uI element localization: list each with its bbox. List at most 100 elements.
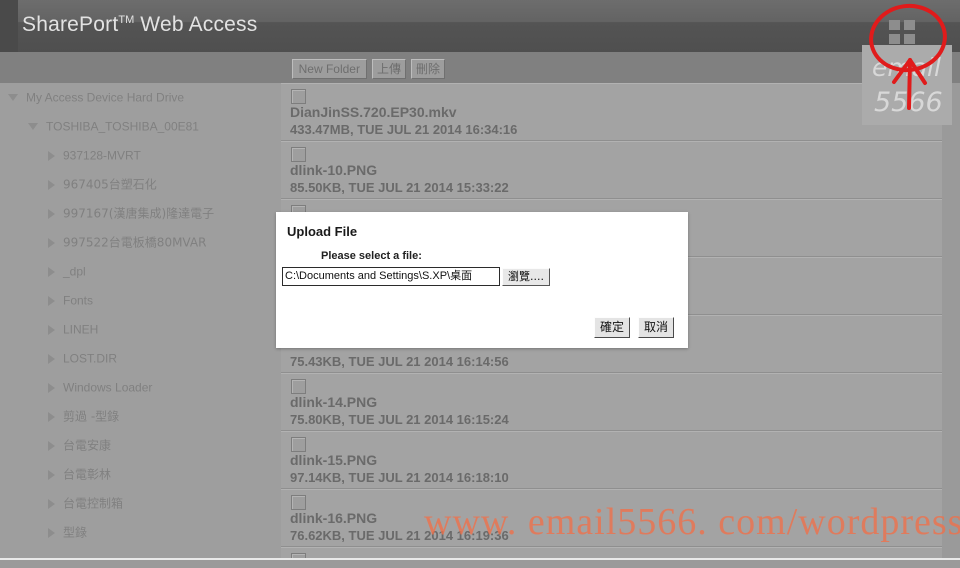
- sidebar-item-9[interactable]: LOST.DIR: [0, 344, 281, 373]
- upload-file-dialog: Upload File Please select a file: C:\Doc…: [276, 212, 688, 348]
- sidebar-item-label: 台電控制箱: [63, 496, 124, 511]
- chevron-right-icon[interactable]: [48, 179, 55, 190]
- sidebar-item-label: 型錄: [63, 525, 88, 540]
- sidebar-item-6[interactable]: _dpl: [0, 257, 281, 286]
- sidebar-item-2[interactable]: 937128-MVRT: [0, 141, 281, 170]
- file-path-input[interactable]: C:\Documents and Settings\S.XP\桌面: [282, 267, 500, 286]
- brand-label-number: 5566: [874, 87, 943, 118]
- file-name-label: dlink-15.PNG: [290, 452, 378, 468]
- dialog-title: Upload File: [287, 224, 358, 239]
- page-title: SharePortTM Web Access: [22, 13, 257, 37]
- file-select-checkbox[interactable]: [291, 379, 306, 394]
- table-row[interactable]: dlink-10.PNG 85.50KB, TUE JUL 21 2014 15:…: [281, 141, 942, 199]
- grid-2x2-icon[interactable]: [889, 20, 917, 46]
- dialog-ok-button[interactable]: 確定: [593, 317, 630, 338]
- chevron-right-icon[interactable]: [48, 411, 55, 422]
- sidebar-item-label: Windows Loader: [63, 380, 153, 395]
- sidebar-item-label: LINEH: [63, 322, 99, 337]
- sidebar-item-11[interactable]: 剪過 -型錄: [0, 402, 281, 431]
- sidebar-item-label: 台電安康: [63, 438, 112, 453]
- chevron-down-icon[interactable]: [8, 94, 18, 102]
- sidebar-item-10[interactable]: Windows Loader: [0, 373, 281, 402]
- grid-cell-4: [904, 34, 915, 44]
- table-row[interactable]: dlink-17.PNG: [281, 547, 942, 558]
- file-select-checkbox[interactable]: [291, 89, 306, 104]
- sidebar-item-15[interactable]: 型錄: [0, 518, 281, 547]
- chevron-right-icon[interactable]: [48, 208, 55, 219]
- file-meta-label: 76.62KB, TUE JUL 21 2014 16:19:36: [290, 528, 509, 543]
- dialog-file-picker-row: C:\Documents and Settings\S.XP\桌面 瀏覽....: [282, 267, 550, 286]
- sidebar-item-label: 937128-MVRT: [63, 148, 141, 163]
- dialog-cancel-button[interactable]: 取消: [637, 317, 674, 338]
- sidebar-item-4[interactable]: 997167(漢唐集成)隆達電子: [0, 199, 281, 228]
- sidebar-item-label: 997167(漢唐集成)隆達電子: [63, 206, 215, 221]
- grid-cell-1: [889, 20, 900, 30]
- file-name-label: dlink-16.PNG: [290, 510, 378, 526]
- file-name-label: DianJinSS.720.EP30.mkv: [290, 104, 457, 120]
- page-title-main: SharePort: [22, 13, 119, 36]
- new-folder-button[interactable]: New Folder: [291, 59, 367, 79]
- sidebar-item-label: _dpl: [63, 264, 86, 279]
- browse-button[interactable]: 瀏覽....: [502, 267, 550, 286]
- sidebar-item-label: 997522台電板橋80MVAR: [63, 235, 207, 250]
- sidebar-item-label: 台電彰林: [63, 467, 112, 482]
- sidebar-item-label: Fonts: [63, 293, 94, 308]
- grid-cell-3: [889, 34, 900, 44]
- table-row[interactable]: DianJinSS.720.EP30.mkv 433.47MB, TUE JUL …: [281, 83, 942, 141]
- file-meta-label: 85.50KB, TUE JUL 21 2014 15:33:22: [290, 180, 509, 195]
- table-row[interactable]: dlink-15.PNG 97.14KB, TUE JUL 21 2014 16:…: [281, 431, 942, 489]
- file-meta-label: 75.43KB, TUE JUL 21 2014 16:14:56: [290, 354, 509, 369]
- sidebar-item-1[interactable]: TOSHIBA_TOSHIBA_00E81: [0, 112, 281, 141]
- file-meta-label: 433.47MB, TUE JUL 21 2014 16:34:16: [290, 122, 518, 137]
- table-row[interactable]: dlink-14.PNG 75.80KB, TUE JUL 21 2014 16:…: [281, 373, 942, 431]
- chevron-right-icon[interactable]: [48, 295, 55, 306]
- folder-tree-sidebar: My Access Device Hard Drive TOSHIBA_TOSHI…: [0, 83, 281, 558]
- file-select-checkbox[interactable]: [291, 437, 306, 452]
- file-meta-label: 75.80KB, TUE JUL 21 2014 16:15:24: [290, 412, 509, 427]
- chevron-down-icon[interactable]: [28, 123, 38, 131]
- page-title-rest: Web Access: [140, 13, 258, 36]
- content-right-padding: [942, 83, 960, 558]
- file-toolbar: New Folder 上傳 刪除: [0, 52, 960, 83]
- sidebar-item-label: 967405台塑石化: [63, 177, 157, 192]
- sidebar-item-3[interactable]: 967405台塑石化: [0, 170, 281, 199]
- file-meta-label: 97.14KB, TUE JUL 21 2014 16:18:10: [290, 470, 509, 485]
- sidebar-item-label: LOST.DIR: [63, 351, 118, 366]
- chevron-right-icon[interactable]: [48, 469, 55, 480]
- chevron-right-icon[interactable]: [48, 527, 55, 538]
- chevron-right-icon[interactable]: [48, 266, 55, 277]
- file-select-checkbox[interactable]: [291, 147, 306, 162]
- delete-button[interactable]: 刪除: [410, 59, 445, 79]
- file-name-label: dlink-14.PNG: [290, 394, 378, 410]
- chevron-right-icon[interactable]: [48, 440, 55, 451]
- sidebar-item-12[interactable]: 台電安康: [0, 431, 281, 460]
- app-header: SharePortTM Web Access: [0, 0, 960, 52]
- file-name-label: dlink-10.PNG: [290, 162, 378, 178]
- chevron-right-icon[interactable]: [48, 237, 55, 248]
- brand-logo-box: email 5566: [862, 45, 952, 125]
- sidebar-item-13[interactable]: 台電彰林: [0, 460, 281, 489]
- table-row[interactable]: dlink-16.PNG 76.62KB, TUE JUL 21 2014 16:…: [281, 489, 942, 547]
- sharePort-web-access-window: SharePortTM Web Access email 5566 New Fo…: [0, 0, 960, 568]
- upload-button[interactable]: 上傳: [371, 59, 406, 79]
- sidebar-item-14[interactable]: 台電控制箱: [0, 489, 281, 518]
- chevron-right-icon[interactable]: [48, 150, 55, 161]
- sidebar-item-label: My Access Device Hard Drive: [26, 90, 185, 105]
- file-select-checkbox[interactable]: [291, 495, 306, 510]
- sidebar-item-8[interactable]: LINEH: [0, 315, 281, 344]
- dialog-action-buttons: 確定 取消: [593, 317, 674, 338]
- dialog-prompt-label: Please select a file:: [321, 250, 422, 262]
- window-bottom-divider: [0, 558, 960, 568]
- chevron-right-icon[interactable]: [48, 498, 55, 509]
- chevron-right-icon[interactable]: [48, 382, 55, 393]
- grid-cell-2: [904, 20, 915, 30]
- sidebar-item-5[interactable]: 997522台電板橋80MVAR: [0, 228, 281, 257]
- sidebar-item-label: TOSHIBA_TOSHIBA_00E81: [46, 119, 199, 134]
- chevron-right-icon[interactable]: [48, 324, 55, 335]
- header-left-gutter: [0, 0, 18, 52]
- brand-label-email: email: [872, 53, 941, 82]
- sidebar-item-0[interactable]: My Access Device Hard Drive: [0, 83, 281, 112]
- sidebar-item-label: 剪過 -型錄: [63, 409, 120, 424]
- chevron-right-icon[interactable]: [48, 353, 55, 364]
- sidebar-item-7[interactable]: Fonts: [0, 286, 281, 315]
